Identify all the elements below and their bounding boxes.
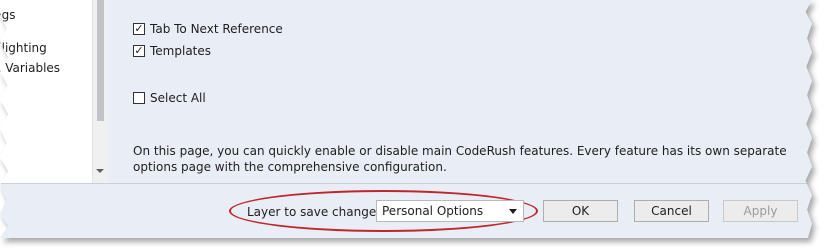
options-tree[interactable]: ngs dlighting e Variables	[0, 0, 108, 183]
tree-item-partial-top[interactable]: ngs	[0, 8, 15, 22]
options-page: ✓ Tab To Next Reference ✓ Templates Sele…	[108, 0, 812, 183]
tree-item-variables[interactable]: e Variables	[0, 61, 60, 75]
dialog-footer: Layer to save changes: Personal Options …	[0, 183, 812, 238]
layer-label: Layer to save changes:	[247, 205, 387, 219]
scroll-down-arrow-icon[interactable]	[96, 169, 104, 173]
tree-scrollbar[interactable]	[92, 0, 108, 183]
checkbox-label: Templates	[150, 44, 212, 58]
checkbox-select-all[interactable]	[133, 92, 145, 104]
layer-select[interactable]: Personal Options	[376, 200, 524, 222]
dialog-frame: ngs dlighting e Variables ✓ Tab To Next …	[0, 0, 812, 238]
checkbox-tab-to-next-reference[interactable]: ✓	[133, 23, 145, 35]
tree-item-highlighting[interactable]: dlighting	[0, 41, 47, 55]
page-description: On this page, you can quickly enable or …	[133, 144, 787, 174]
layer-select-value: Personal Options	[382, 204, 484, 218]
checkbox-label: Tab To Next Reference	[150, 22, 283, 36]
option-templates[interactable]: ✓ Templates	[133, 44, 211, 58]
option-tab-to-next-reference[interactable]: ✓ Tab To Next Reference	[133, 22, 283, 36]
apply-button[interactable]: Apply	[723, 200, 798, 222]
checkbox-label: Select All	[150, 91, 206, 105]
ok-button[interactable]: OK	[543, 200, 618, 222]
chevron-down-icon	[509, 209, 517, 214]
scrollbar-thumb[interactable]	[97, 0, 104, 121]
cancel-button[interactable]: Cancel	[634, 200, 709, 222]
checkbox-templates[interactable]: ✓	[133, 45, 145, 57]
option-select-all[interactable]: Select All	[133, 91, 206, 105]
